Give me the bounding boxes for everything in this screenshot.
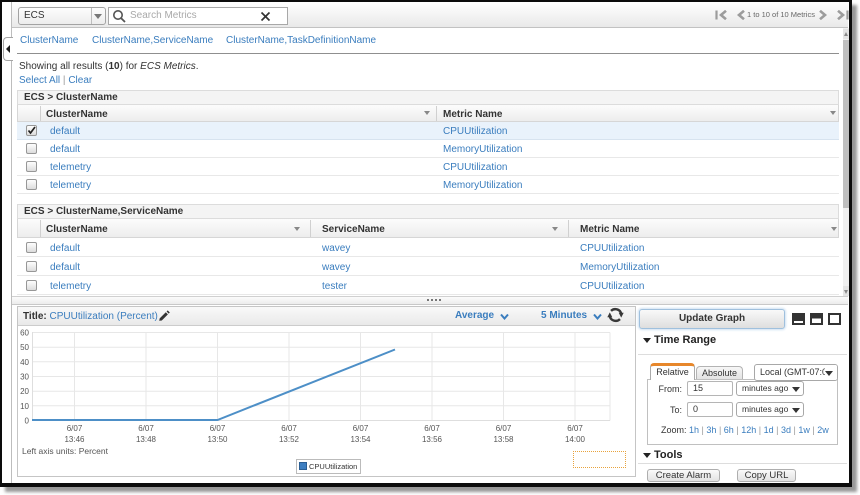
svg-text:13:50: 13:50: [207, 435, 228, 444]
svg-text:14:00: 14:00: [565, 435, 586, 444]
svg-text:13:56: 13:56: [422, 435, 443, 444]
svg-text:40: 40: [20, 358, 29, 367]
svg-text:0: 0: [25, 417, 30, 426]
svg-text:60: 60: [20, 329, 29, 338]
svg-text:6/07: 6/07: [353, 424, 369, 433]
svg-text:6/07: 6/07: [281, 424, 297, 433]
svg-text:Left axis units: Percent: Left axis units: Percent: [22, 446, 109, 456]
svg-text:13:48: 13:48: [136, 435, 157, 444]
svg-text:6/07: 6/07: [424, 424, 440, 433]
svg-text:6/07: 6/07: [496, 424, 512, 433]
svg-text:30: 30: [20, 373, 29, 382]
svg-text:13:52: 13:52: [279, 435, 300, 444]
svg-text:10: 10: [20, 402, 29, 411]
svg-text:6/07: 6/07: [567, 424, 583, 433]
svg-text:6/07: 6/07: [67, 424, 83, 433]
svg-text:6/07: 6/07: [210, 424, 226, 433]
svg-text:20: 20: [20, 387, 29, 396]
svg-text:13:58: 13:58: [493, 435, 514, 444]
svg-text:13:54: 13:54: [350, 435, 371, 444]
svg-text:13:46: 13:46: [64, 435, 85, 444]
svg-text:6/07: 6/07: [138, 424, 154, 433]
svg-text:50: 50: [20, 343, 29, 352]
